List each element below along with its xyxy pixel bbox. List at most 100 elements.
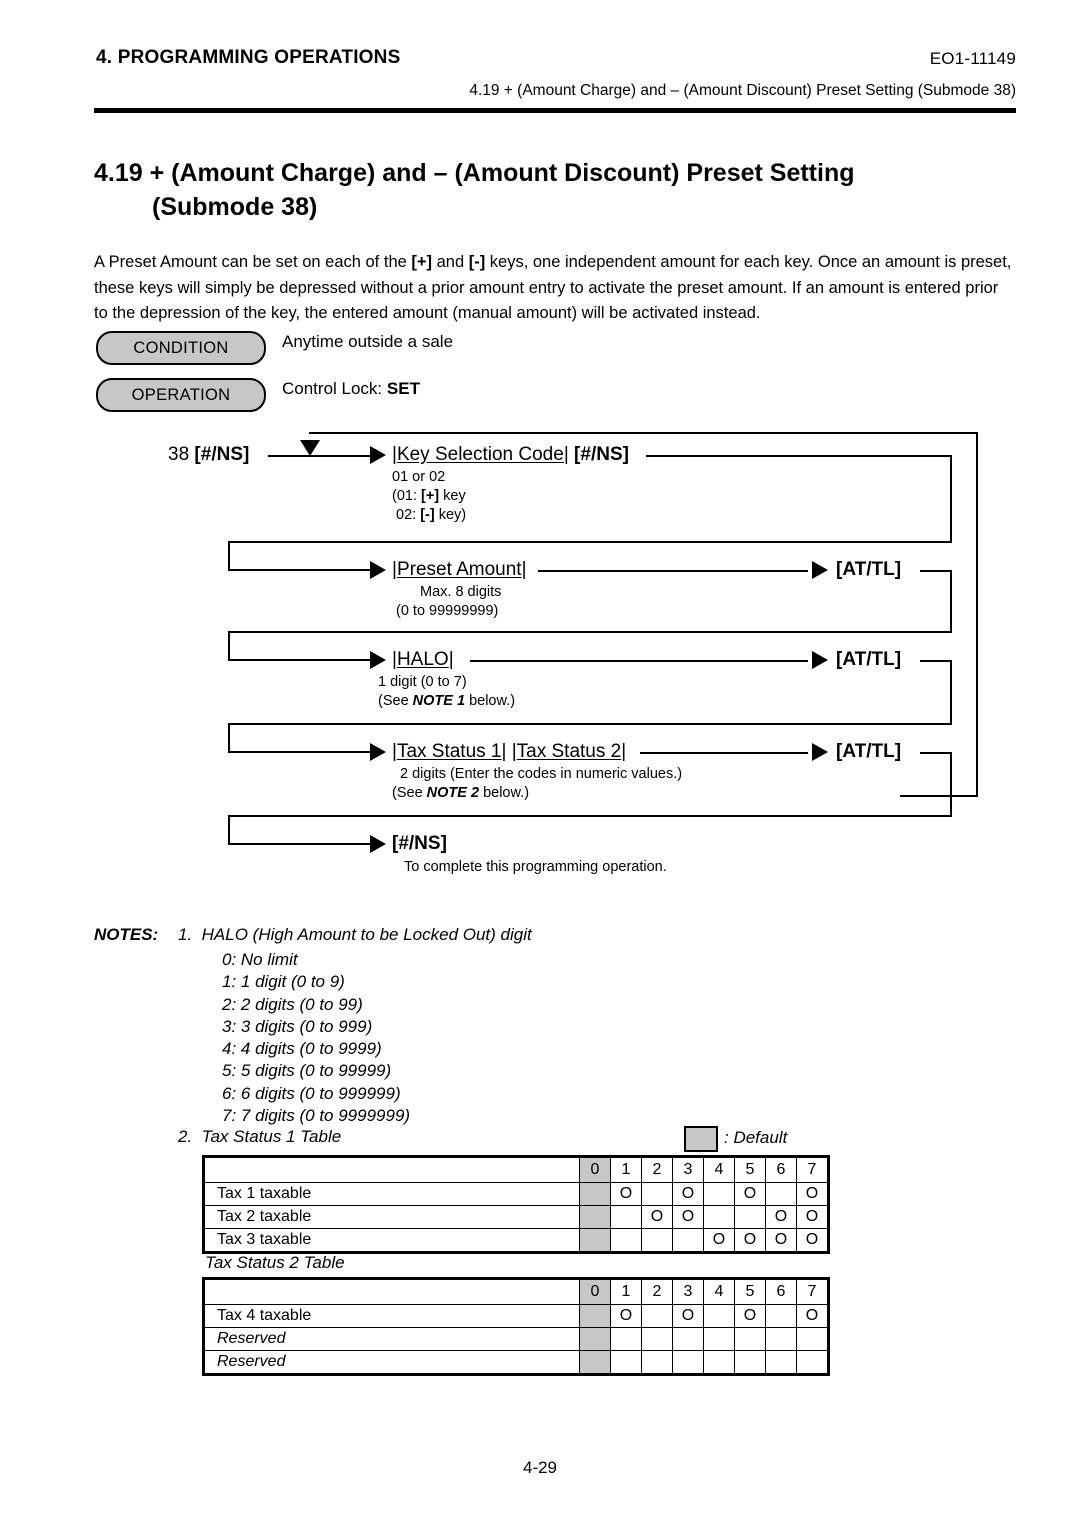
cell-t2-r1-c7: [796, 1327, 829, 1351]
column-header-6: 6: [765, 1156, 797, 1183]
row3-return-line: [228, 723, 952, 725]
column-header-4: 4: [703, 1278, 735, 1305]
cell-t1-r2-c0: [579, 1228, 611, 1253]
bar-close: |: [521, 559, 527, 580]
cell-t2-r1-c4: [703, 1327, 735, 1351]
bar-close-2: |: [621, 741, 627, 762]
flow-step-preset-amount-sub: Max. 8 digits (0 to 99999999): [396, 583, 501, 621]
cell-t1-r2-c3: [672, 1228, 704, 1253]
cell-t1-r1-c4: [703, 1205, 735, 1229]
cell-t1-r0-c1: O: [610, 1182, 642, 1206]
column-header-6: 6: [765, 1278, 797, 1305]
column-header-7: 7: [796, 1278, 829, 1305]
note-1-item: 6: 6 digits (0 to 999999): [222, 1083, 401, 1103]
bar-close: |: [448, 649, 454, 670]
cell-t1-r0-c4: [703, 1182, 735, 1206]
cell-t1-r2-c5: O: [734, 1228, 766, 1253]
cell-t2-r0-c4: [703, 1304, 735, 1328]
flow-terminator-attl-halo: [AT/TL]: [836, 649, 902, 670]
loop-top-line: [309, 432, 978, 434]
column-header-7: 7: [796, 1156, 829, 1183]
page-title-line1: 4.19 + (Amount Charge) and – (Amount Dis…: [94, 159, 855, 187]
note-ref-1: NOTE 1: [412, 693, 466, 709]
cell-t1-r2-c7: O: [796, 1228, 829, 1253]
sub-line: 02: [-] key): [392, 507, 467, 523]
row4-entry-line: [228, 751, 374, 753]
condition-value: Anytime outside a sale: [282, 332, 454, 351]
table-row: Tax 2 taxable O O O O: [203, 1205, 829, 1229]
row3-entry-line: [228, 659, 374, 661]
cell-t2-r0-c1: O: [610, 1304, 642, 1328]
row-label: Tax 1 taxable: [203, 1182, 580, 1206]
row2-down-line: [950, 570, 952, 633]
flow-step-tax-status: |Tax Status 1| |Tax Status 2|: [392, 741, 626, 763]
note-1-item: 0: No limit: [222, 950, 298, 969]
cell-t1-r0-c7: O: [796, 1182, 829, 1206]
operation-value-prefix: Control Lock:: [282, 379, 387, 398]
cell-t1-r1-c7: O: [796, 1205, 829, 1229]
default-legend-label: : Default: [724, 1128, 788, 1147]
cell-t1-r1-c2: O: [641, 1205, 673, 1229]
loop-outer-bottom-line: [900, 795, 978, 797]
flow-arrow-key-selection-icon: [370, 446, 386, 464]
row4-attl-line: [920, 752, 952, 754]
cell-t2-r0-c0: [579, 1304, 611, 1328]
flow-arrow-attl-preset-icon: [812, 561, 828, 579]
flow-step-halo-label: HALO: [396, 649, 449, 670]
column-header-0: 0: [579, 1156, 611, 1183]
row4-down-line: [950, 752, 952, 817]
cell-t2-r1-c2: [641, 1327, 673, 1351]
cell-t1-r1-c6: O: [765, 1205, 797, 1229]
note-2-number: 2.: [178, 1127, 193, 1146]
intro-paragraph: A Preset Amount can be set on each of th…: [94, 250, 1014, 327]
row1-down-line: [950, 455, 952, 543]
note-1-item: 1: 1 digit (0 to 9): [222, 972, 345, 992]
note-2-title: Tax Status 1 Table: [201, 1127, 342, 1146]
row-label: Tax 3 taxable: [203, 1228, 580, 1253]
row2-return-line: [228, 631, 952, 633]
cell-t1-r0-c5: O: [734, 1182, 766, 1206]
intro-text-a: A Preset Amount can be set on each of th…: [94, 253, 412, 271]
tax-status-1-body: 0 1 2 3 4 5 6 7 Tax 1 taxable O O O O Ta…: [203, 1156, 829, 1253]
cell-t1-r2-c6: O: [765, 1228, 797, 1253]
sub-line: (See NOTE 1 below.): [378, 693, 516, 709]
intro-plus-key: [+]: [411, 253, 433, 271]
cell-t2-r0-c2: [641, 1304, 673, 1328]
sub-line: 1 digit (0 to 7): [378, 674, 467, 690]
sub-line: (0 to 99999999): [396, 603, 499, 619]
tax-status-2-body: 0 1 2 3 4 5 6 7 Tax 4 taxable O O O O Re…: [203, 1278, 829, 1375]
cell-t1-r1-c0: [579, 1205, 611, 1229]
flow-terminator-attl-preset: [AT/TL]: [836, 559, 902, 580]
page-number: 4-29: [522, 1458, 558, 1477]
cell-t1-r2-c2: [641, 1228, 673, 1253]
flow-step-key-selection-label: Key Selection Code: [396, 444, 564, 465]
row1-return-line: [228, 541, 952, 543]
row5-entry-line: [228, 843, 374, 845]
row-label: Tax 4 taxable: [203, 1304, 580, 1328]
column-header-0: 0: [579, 1278, 611, 1305]
page-title: 4.19 + (Amount Charge) and – (Amount Dis…: [94, 156, 994, 224]
cell-t2-r2-c5: [734, 1350, 766, 1375]
note-1-item: 4: 4 digits (0 to 9999): [222, 1039, 382, 1059]
row-label: Reserved: [203, 1327, 580, 1351]
flow-step-key-selection: |Key Selection Code| [#/NS]: [392, 444, 629, 466]
note-1-list: 0: No limit 1: 1 digit (0 to 9) 2: 2 dig…: [222, 949, 410, 1127]
sub-line: 2 digits (Enter the codes in numeric val…: [400, 766, 683, 782]
flow-step-preset-amount-label: Preset Amount: [396, 559, 522, 580]
column-header-2: 2: [641, 1156, 673, 1183]
cell-t2-r0-c6: [765, 1304, 797, 1328]
tax-status-2-table-title: Tax Status 2 Table: [205, 1253, 345, 1272]
row4-out-line: [640, 752, 808, 754]
operation-value: Control Lock: SET: [282, 379, 420, 399]
flow-step-preset-amount: |Preset Amount|: [392, 559, 527, 581]
operation-value-bold: SET: [386, 379, 420, 398]
cell-t1-r0-c3: O: [672, 1182, 704, 1206]
flow-arrow-tax-status-icon: [370, 743, 386, 761]
cell-t2-r2-c3: [672, 1350, 704, 1375]
note-1-title: HALO (High Amount to be Locked Out) digi…: [201, 925, 532, 944]
bar-close: |: [563, 444, 569, 465]
cell-t2-r0-c5: O: [734, 1304, 766, 1328]
table-header-row: 0 1 2 3 4 5 6 7: [203, 1278, 829, 1305]
flow-arrow-halo-icon: [370, 651, 386, 669]
table-row: Tax 4 taxable O O O O: [203, 1304, 829, 1328]
